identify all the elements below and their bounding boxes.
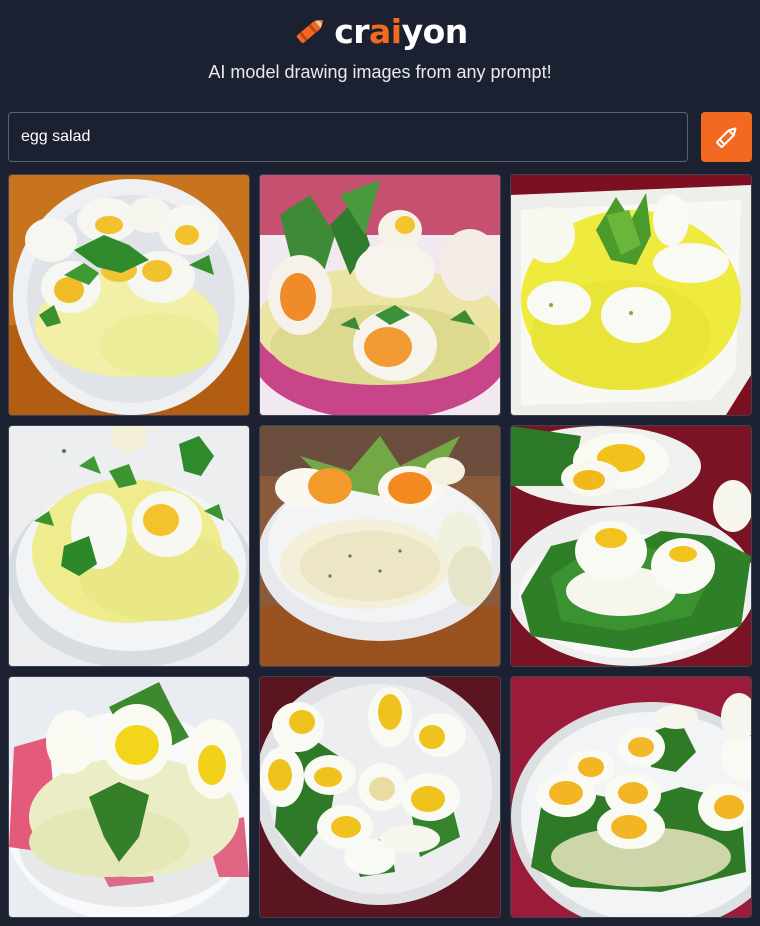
- crayon-icon: [297, 20, 324, 44]
- logo-wordmark: craiyon: [334, 15, 468, 48]
- draw-button[interactable]: [701, 112, 752, 162]
- generated-image-4[interactable]: [8, 425, 250, 667]
- pencil-draw-icon: [715, 127, 736, 148]
- image-grid: [8, 174, 752, 918]
- craiyon-logo[interactable]: craiyon: [0, 10, 760, 52]
- egg-salad-image: [260, 426, 500, 666]
- logo-text-yon: yon: [401, 11, 469, 51]
- prompt-form: [8, 112, 752, 162]
- generated-image-7[interactable]: [8, 676, 250, 918]
- generated-image-8[interactable]: [259, 676, 501, 918]
- logo-text-cr: cr: [334, 11, 370, 51]
- egg-salad-image: [9, 426, 249, 666]
- generated-image-5[interactable]: [259, 425, 501, 667]
- generated-image-6[interactable]: [510, 425, 752, 667]
- egg-salad-image: [511, 426, 751, 666]
- generated-image-3[interactable]: [510, 174, 752, 416]
- generated-image-9[interactable]: [510, 676, 752, 918]
- egg-salad-image: [260, 175, 500, 415]
- tagline: AI model drawing images from any prompt!: [208, 62, 552, 82]
- generated-image-1[interactable]: [8, 174, 250, 416]
- prompt-input[interactable]: [8, 112, 688, 162]
- craiyon-page: craiyon AI model drawing images from any…: [0, 0, 760, 926]
- egg-salad-image: [511, 677, 751, 917]
- egg-salad-image: [9, 677, 249, 917]
- generated-image-2[interactable]: [259, 174, 501, 416]
- egg-salad-image: [511, 175, 751, 415]
- egg-salad-image: [260, 677, 500, 917]
- logo-text-ai: ai: [369, 11, 402, 51]
- egg-salad-image: [9, 175, 249, 415]
